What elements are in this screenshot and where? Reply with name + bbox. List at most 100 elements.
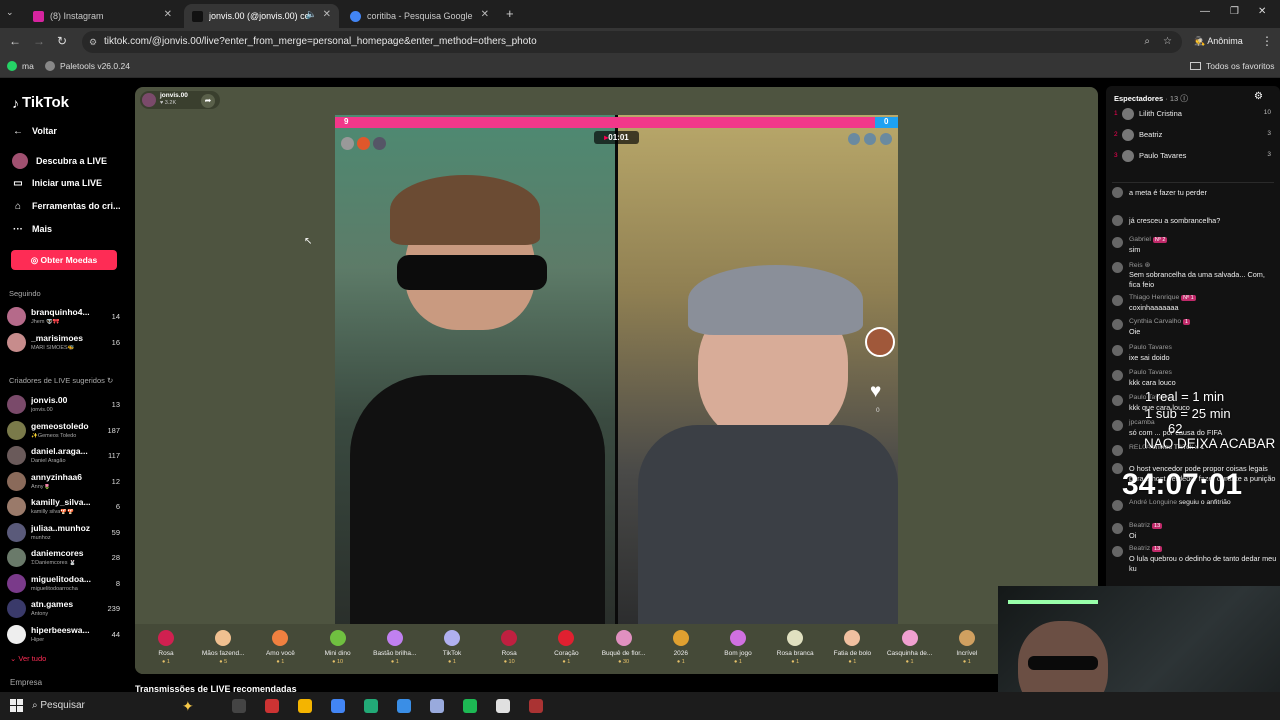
new-tab-button[interactable]: + [506, 6, 514, 21]
sidebar-account[interactable]: jonvis.00 jonvis.00 13 [7, 393, 125, 417]
back-link[interactable]: ← Voltar [12, 125, 57, 137]
sidebar-account[interactable]: kamilly_silva... kamilly silva🍄🍄 6 [7, 495, 125, 519]
windows-start-icon[interactable] [10, 699, 23, 712]
close-tab-icon[interactable]: ✕ [164, 9, 172, 20]
tab-tiktok[interactable]: jonvis.00 (@jonvis.00) come 🔈 ✕ [184, 4, 339, 28]
nav-creator-tools[interactable]: ⌂ Ferramentas do cri... [12, 200, 121, 212]
viewer-count: 59 [111, 527, 120, 537]
bookmark-star-icon[interactable]: ☆ [1163, 31, 1172, 53]
incognito-profile[interactable]: 🕵 Anônima [1194, 36, 1243, 47]
company-link[interactable]: Empresa [10, 678, 42, 687]
get-coins-button[interactable]: ◎ Obter Moedas [11, 250, 117, 270]
comment-avatar [1112, 445, 1123, 456]
close-tab-icon[interactable]: ✕ [481, 9, 489, 20]
share-icon[interactable]: ➦ [201, 94, 215, 108]
comment-text: O lula quebrou o dedinho de tanto dedar … [1129, 554, 1277, 573]
tab-instagram[interactable]: (8) Instagram ✕ [25, 4, 180, 28]
bookmark-paletools[interactable]: Paletools v26.0.24 [45, 61, 130, 71]
gift-item[interactable]: Incrível ● 1 [942, 624, 992, 672]
taskbar-app-icon[interactable] [232, 699, 246, 713]
tiktok-note-icon: ♪ [12, 94, 19, 111]
taskbar-app-icon[interactable] [298, 699, 312, 713]
gift-item[interactable]: Rosa ● 10 [484, 624, 534, 672]
gift-label: Mini dino [324, 650, 351, 657]
overlay-line-2: 1 sub = 25 min [1145, 406, 1231, 421]
taskbar-app-icon[interactable] [529, 699, 543, 713]
nav-discover-live[interactable]: Descubra a LIVE [12, 153, 107, 169]
taskbar-app-icon[interactable] [496, 699, 510, 713]
gift-item[interactable]: Casquinha de... ● 1 [885, 624, 935, 672]
gift-item[interactable]: TikTok ● 1 [427, 624, 477, 672]
info-icon[interactable]: ⓘ [1180, 94, 1188, 103]
top-viewer[interactable]: 3 Paulo Tavares 3 [1111, 148, 1271, 166]
restore-button[interactable]: ❐ [1230, 6, 1239, 17]
all-bookmarks[interactable]: Todos os favoritos [1190, 61, 1275, 71]
see-all-link[interactable]: ⌄ Ver tudo [10, 654, 46, 663]
sidebar-account[interactable]: juliaa..munhoz munhoz 59 [7, 521, 125, 545]
tiktok-logo[interactable]: ♪ TikTok [12, 94, 69, 111]
gift-label: Bastão brilha... [373, 650, 417, 657]
zoom-icon[interactable]: ⌕ [1144, 31, 1150, 53]
gift-item[interactable]: Amo você ● 1 [255, 624, 305, 672]
minimize-button[interactable]: — [1200, 6, 1210, 17]
back-arrow-icon[interactable]: ← [9, 34, 21, 48]
gift-item[interactable]: Bom jogo ● 1 [713, 624, 763, 672]
sidebar-account[interactable]: atn.games Antony 239 [7, 597, 125, 621]
account-name: branquinho4... [31, 307, 90, 317]
gift-item[interactable]: Rosa ● 1 [141, 624, 191, 672]
taskbar-app-icon[interactable] [265, 699, 279, 713]
sidebar-account[interactable]: annyzinhaa6 Anny🌷 12 [7, 470, 125, 494]
site-info-icon[interactable]: ⚙ [89, 31, 97, 53]
comment-avatar [1112, 262, 1123, 273]
gift-item[interactable]: Coração ● 1 [541, 624, 591, 672]
gift-item[interactable]: Mini dino ● 10 [313, 624, 363, 672]
gift-item[interactable]: Bastão brilha... ● 1 [370, 624, 420, 672]
battle-video[interactable]: ♥ 0 9 0 ▸01:01 [335, 115, 898, 624]
sidebar-account[interactable]: daniel.aragа... Daniel Aragão 117 [7, 444, 125, 468]
sidebar-account[interactable]: _marisimoes MARI SIMÕES🐝 16 [7, 331, 125, 355]
gift-price: ● 10 [503, 659, 515, 665]
gift-item[interactable]: 2026 ● 1 [656, 624, 706, 672]
menu-icon[interactable]: ⋮ [1261, 34, 1273, 48]
close-tab-icon[interactable]: ✕ [323, 9, 331, 20]
sidebar-account[interactable]: gemeostoledo ✨Gemeos Toledo 187 [7, 419, 125, 443]
close-window-button[interactable]: ✕ [1258, 6, 1266, 17]
sidebar-account[interactable]: miguelitodoa... miguelitodoarrocha 8 [7, 572, 125, 596]
heart-icon[interactable]: ♥ [870, 381, 881, 403]
gift-item[interactable]: Rosa branca ● 1 [770, 624, 820, 672]
sidebar-account[interactable]: branquinho4... Jhem 👽🎀 14 [7, 305, 125, 329]
gift-item[interactable]: Buquê de flor... ● 30 [599, 624, 649, 672]
author-name: Cynthia Carvalho [1129, 318, 1182, 325]
taskbar-search[interactable]: ⌕ Pesquisar ✦ [32, 697, 222, 715]
sidebar-account[interactable]: hiperbeeswa... Hiper 44 [7, 623, 125, 647]
top-viewer[interactable]: 2 Beatriz 3 [1111, 127, 1271, 145]
opponent-avatar[interactable] [865, 327, 895, 357]
forward-arrow-icon[interactable]: → [33, 34, 45, 48]
gift-item[interactable]: Mãos fazend... ● 5 [198, 624, 248, 672]
url-input[interactable]: ⚙ tiktok.com/@jonvis.00/live?enter_from_… [82, 31, 1182, 53]
nav-start-live[interactable]: ▭ Iniciar uma LIVE [12, 177, 102, 189]
taskbar-app-icon[interactable] [463, 699, 477, 713]
taskbar-app-icon[interactable] [430, 699, 444, 713]
viewers-header: Espectadores · 13 ⓘ [1114, 94, 1188, 103]
gift-icon [558, 630, 575, 646]
gift-icon [272, 630, 289, 646]
refresh-icon[interactable]: ↻ [107, 376, 113, 385]
tab-list-icon[interactable]: ⌄ [6, 7, 14, 18]
taskbar-app-icon[interactable] [397, 699, 411, 713]
sidebar-account[interactable]: daniemcores 𝔇Daniemcores 🐰 28 [7, 546, 125, 570]
taskbar-app-icon[interactable] [364, 699, 378, 713]
account-avatar [7, 624, 26, 644]
bookmark-whatsapp[interactable]: ma [7, 61, 34, 71]
top-viewer[interactable]: 1 Lilith Cristina 10 [1111, 106, 1271, 124]
settings-gear-icon[interactable]: ⚙ [1254, 91, 1263, 102]
comment-avatar [1112, 546, 1123, 557]
taskbar-app-icon[interactable] [331, 699, 345, 713]
speaker-icon[interactable]: 🔈 [306, 9, 317, 20]
reload-icon[interactable]: ↻ [57, 34, 67, 48]
gift-icon [329, 630, 346, 646]
comment-author: Reis ⊛ [1129, 261, 1150, 269]
nav-more[interactable]: ··· Mais [12, 223, 52, 235]
gift-item[interactable]: Fatia de bolo ● 1 [827, 624, 877, 672]
tab-google[interactable]: coritiba - Pesquisa Google ✕ [342, 4, 497, 28]
